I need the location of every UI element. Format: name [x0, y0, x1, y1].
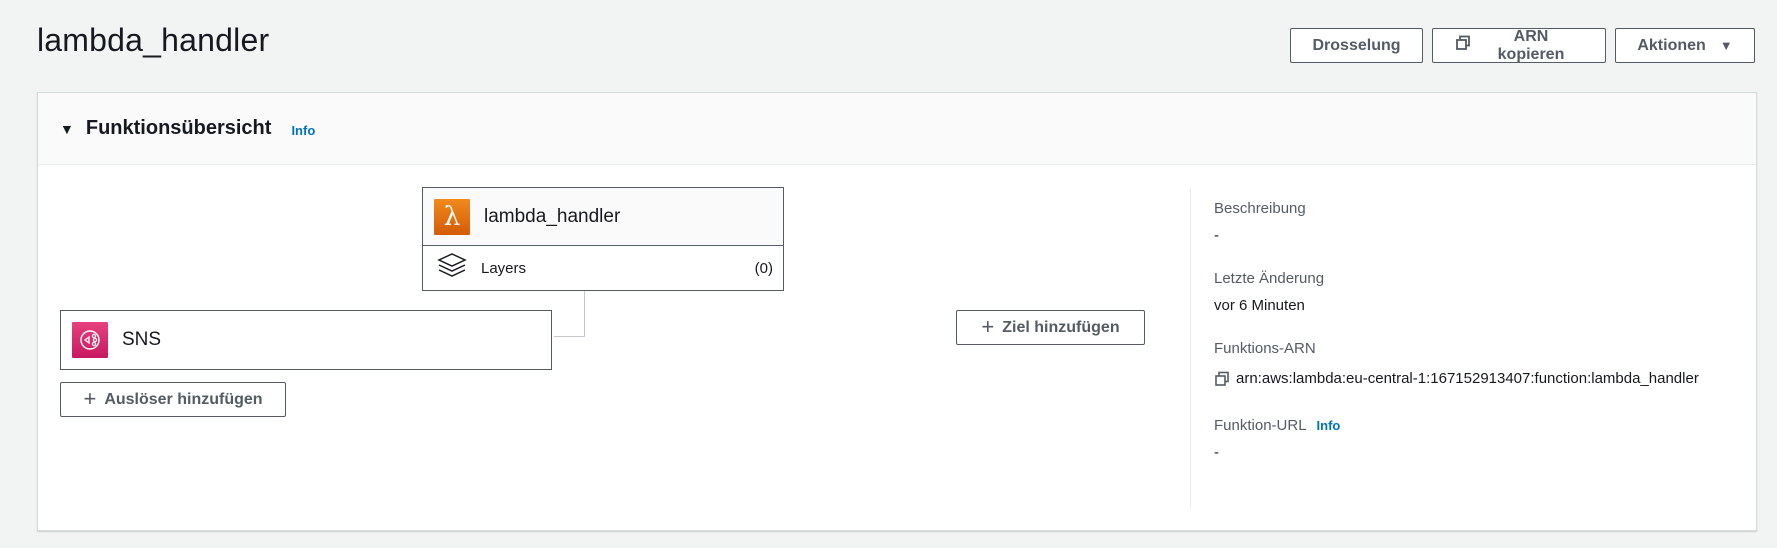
layers-icon	[437, 252, 467, 285]
function-name: lambda_handler	[484, 205, 621, 227]
lambda-icon: λ	[434, 198, 470, 235]
function-url-info-link[interactable]: Info	[1317, 418, 1341, 433]
panel-header[interactable]: ▼ Funktionsübersicht Info	[38, 93, 1756, 165]
trigger-name: SNS	[122, 329, 162, 350]
layers-label: Layers	[481, 259, 527, 277]
function-url-label: Funktion-URL	[1214, 417, 1307, 434]
function-arn-label: Funktions-ARN	[1214, 340, 1316, 357]
connector-line	[584, 291, 585, 337]
copy-arn-button-label: ARN kopieren	[1497, 27, 1565, 63]
function-url-value: -	[1214, 444, 1219, 461]
function-url-label-row: Funktion-URL Info	[1214, 417, 1734, 434]
info-link[interactable]: Info	[291, 123, 315, 138]
actions-button-label: Aktionen	[1637, 36, 1706, 54]
copy-icon[interactable]	[1214, 371, 1230, 391]
function-url-group: Funktion-URL Info -	[1214, 417, 1734, 461]
description-value: -	[1214, 227, 1219, 244]
header-actions: Drosselung ARN kopieren Aktionen ▼	[1290, 28, 1755, 63]
function-overview-panel: ▼ Funktionsübersicht Info λ lambda_handl…	[37, 92, 1757, 531]
function-arn-value: arn:aws:lambda:eu-central-1:167152913407…	[1236, 370, 1699, 387]
add-trigger-button[interactable]: + Auslöser hinzufügen	[60, 382, 286, 417]
throttle-button[interactable]: Drosselung	[1290, 28, 1423, 63]
function-node[interactable]: λ lambda_handler Layers (0)	[422, 187, 784, 291]
page-title: lambda_handler	[37, 22, 270, 58]
function-details: Beschreibung - Letzte Änderung vor 6 Min…	[1214, 200, 1734, 487]
copy-arn-button[interactable]: ARN kopieren	[1432, 28, 1606, 63]
description-group: Beschreibung -	[1214, 200, 1734, 244]
vertical-divider	[1190, 187, 1191, 508]
plus-icon: +	[981, 313, 995, 339]
plus-icon: +	[83, 385, 97, 411]
add-destination-button[interactable]: + Ziel hinzufügen	[956, 310, 1145, 345]
copy-icon	[1455, 35, 1471, 56]
sns-icon	[72, 322, 108, 358]
connector-line	[554, 336, 585, 337]
last-modified-label: Letzte Änderung	[1214, 270, 1325, 287]
function-arn-row: arn:aws:lambda:eu-central-1:167152913407…	[1214, 367, 1734, 391]
last-modified-group: Letzte Änderung vor 6 Minuten	[1214, 270, 1734, 314]
layers-count: (0)	[754, 259, 773, 277]
caret-down-icon: ▼	[1719, 38, 1733, 53]
actions-dropdown-button[interactable]: Aktionen ▼	[1615, 28, 1755, 63]
layers-row[interactable]: Layers (0)	[423, 246, 783, 290]
function-node-header[interactable]: λ lambda_handler	[423, 188, 783, 246]
throttle-button-label: Drosselung	[1312, 36, 1401, 54]
function-arn-group: Funktions-ARN arn:aws:lambda:eu-central-…	[1214, 340, 1734, 391]
add-trigger-label: Auslöser hinzufügen	[104, 390, 263, 408]
panel-title: Funktionsübersicht	[85, 117, 272, 139]
add-destination-label: Ziel hinzufügen	[1002, 318, 1120, 336]
trigger-node-sns[interactable]: SNS	[60, 310, 552, 370]
last-modified-value: vor 6 Minuten	[1214, 297, 1305, 314]
collapse-triangle-icon[interactable]: ▼	[60, 121, 74, 137]
description-label: Beschreibung	[1214, 200, 1306, 217]
